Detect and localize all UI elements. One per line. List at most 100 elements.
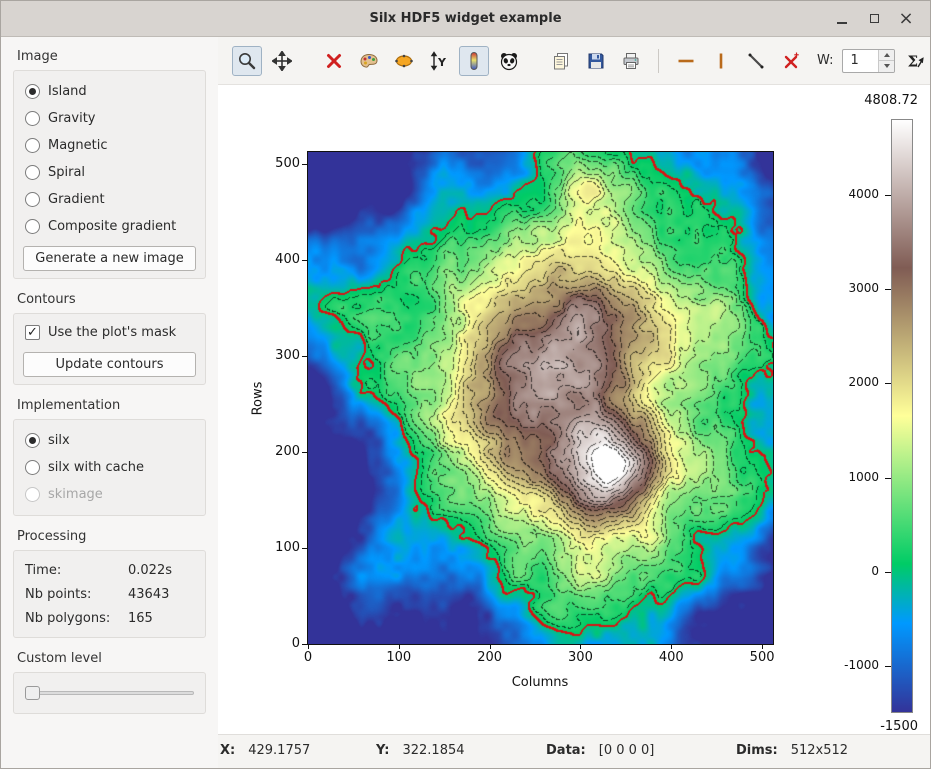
close-button[interactable]: × [894, 7, 918, 31]
maximize-button[interactable] [862, 7, 886, 31]
print-button[interactable] [616, 46, 646, 76]
radio-image-spiral[interactable]: Spiral [23, 159, 196, 186]
panda-mask-icon [499, 51, 519, 71]
horizontal-line-icon [676, 51, 696, 71]
custom-level-group [13, 672, 206, 714]
free-line-profile-button[interactable] [741, 46, 771, 76]
y-tick-label: 300 [266, 348, 300, 363]
red-cross-icon [324, 51, 344, 71]
radio-image-gravity[interactable]: Gravity [23, 105, 196, 132]
statusbar: X:429.1757 Y:322.1854 Data:[0 0 0 0] Dims: 5… [218, 734, 930, 768]
y-tick-label: 200 [266, 444, 300, 459]
radio-image-composite-gradient[interactable]: Composite gradient [23, 213, 196, 240]
slider-handle[interactable] [25, 686, 40, 700]
colorbar-max-label: 4808.72 [818, 93, 918, 108]
status-y: Y:322.1854 [376, 743, 465, 758]
vertical-profile-button[interactable] [706, 46, 736, 76]
y-tick-label: 0 [266, 636, 300, 651]
radio-icon [25, 460, 40, 475]
profile-width-value[interactable]: 1 [843, 50, 878, 72]
main-panel: YW:1Σ Rows 0100200300400500 010020030040… [218, 37, 930, 768]
vertical-line-icon [711, 51, 731, 71]
update-contours-button[interactable]: Update contours [23, 352, 196, 377]
radio-icon [25, 219, 40, 234]
radio-label: skimage [48, 487, 103, 502]
status-value: 512x512 [791, 743, 848, 758]
x-tick-mark [580, 645, 581, 649]
image-options: Island GravityMagnetic Spiral Gradient Compo… [23, 78, 196, 240]
radio-label: Gradient [48, 192, 105, 207]
radio-image-magnetic[interactable]: Magnetic [23, 132, 196, 159]
spin-buttons [878, 50, 894, 72]
window-controls: × [830, 7, 930, 31]
invert-y-axis-button[interactable]: Y [424, 46, 454, 76]
contour-canvas[interactable] [308, 152, 773, 644]
colorbar-tick-mark [885, 478, 891, 479]
zoom-mode-button[interactable] [232, 46, 262, 76]
radio-image-island[interactable]: Island [23, 78, 196, 105]
processing-row-nb-points: Nb points:43643 [23, 582, 196, 606]
radio-label: Composite gradient [48, 219, 176, 234]
processing-row-time: Time:0.022s [23, 558, 196, 582]
processing-rows: Time:0.022sNb points:43643Nb polygons:16… [23, 558, 196, 630]
save-button[interactable] [581, 46, 611, 76]
status-value: [0 0 0 0] [599, 743, 655, 758]
colormap-button[interactable] [354, 46, 384, 76]
x-tick-mark [490, 645, 491, 649]
colorbar-tick-label: 1000 [823, 470, 879, 484]
status-value: 429.1757 [248, 743, 310, 758]
profile-width-spinbox[interactable]: 1 [842, 49, 895, 73]
image-group-title: Image [17, 49, 202, 64]
status-label: Y: [376, 743, 389, 758]
copy-button[interactable] [546, 46, 576, 76]
y-tick-mark [302, 260, 307, 261]
profile-width-label: W: [817, 53, 833, 68]
contours-group: ✓ Use the plot's mask Update contours [13, 313, 206, 385]
image-group: Island GravityMagnetic Spiral Gradient Compo… [13, 70, 206, 279]
colorbar-tick-label: 3000 [823, 281, 879, 295]
titlebar[interactable]: Silx HDF5 widget example × [1, 1, 930, 37]
mask-tools-button[interactable] [494, 46, 524, 76]
minimize-button[interactable] [830, 7, 854, 31]
custom-level-slider[interactable] [25, 684, 194, 702]
processing-label: Nb points: [25, 587, 128, 602]
maximize-icon [870, 14, 879, 23]
clipboard-icon [551, 51, 571, 71]
y-tick-mark [302, 644, 307, 645]
radio-label: Spiral [48, 165, 85, 180]
radio-image-gradient[interactable]: Gradient [23, 186, 196, 213]
x-axis-label: Columns [440, 675, 640, 690]
plot-frame [307, 151, 774, 645]
spin-up-button[interactable] [879, 50, 894, 62]
colorbar-toggle-button[interactable] [459, 46, 489, 76]
radio-impl-silx-with-cache[interactable]: silx with cache [23, 454, 196, 481]
spin-down-button[interactable] [879, 61, 894, 72]
radio-label: Island [48, 84, 87, 99]
use-plot-mask-checkbox[interactable]: ✓ Use the plot's mask [23, 321, 196, 346]
profile-stats-button[interactable]: Σ [900, 46, 930, 76]
colorbar-tick-label: -1000 [823, 658, 879, 672]
implementation-group: silx silx with cache skimage [13, 419, 206, 516]
radio-impl-silx[interactable]: silx [23, 427, 196, 454]
colorbar-tick-mark [885, 572, 891, 573]
close-icon: × [898, 10, 913, 28]
colorbar-tick-label: 2000 [823, 375, 879, 389]
generate-image-button[interactable]: Generate a new image [23, 246, 196, 271]
status-label: Dims: [736, 743, 778, 758]
clear-profile-button[interactable] [776, 46, 806, 76]
status-x: X:429.1757 [220, 743, 310, 758]
colorbar[interactable] [891, 119, 913, 713]
svg-text:Σ: Σ [908, 52, 919, 70]
radio-label: silx [48, 433, 70, 448]
ellipse-roi-button[interactable] [389, 46, 419, 76]
processing-value: 0.022s [128, 563, 172, 578]
radio-impl-skimage[interactable]: skimage [23, 481, 196, 508]
clear-button[interactable] [319, 46, 349, 76]
colorbar-tick-mark [885, 666, 891, 667]
radio-label: silx with cache [48, 460, 144, 475]
pan-button[interactable] [267, 46, 297, 76]
status-data: Data:[0 0 0 0] [546, 743, 654, 758]
horizontal-profile-button[interactable] [671, 46, 701, 76]
x-tick-label: 400 [649, 650, 693, 665]
processing-value: 165 [128, 611, 153, 626]
